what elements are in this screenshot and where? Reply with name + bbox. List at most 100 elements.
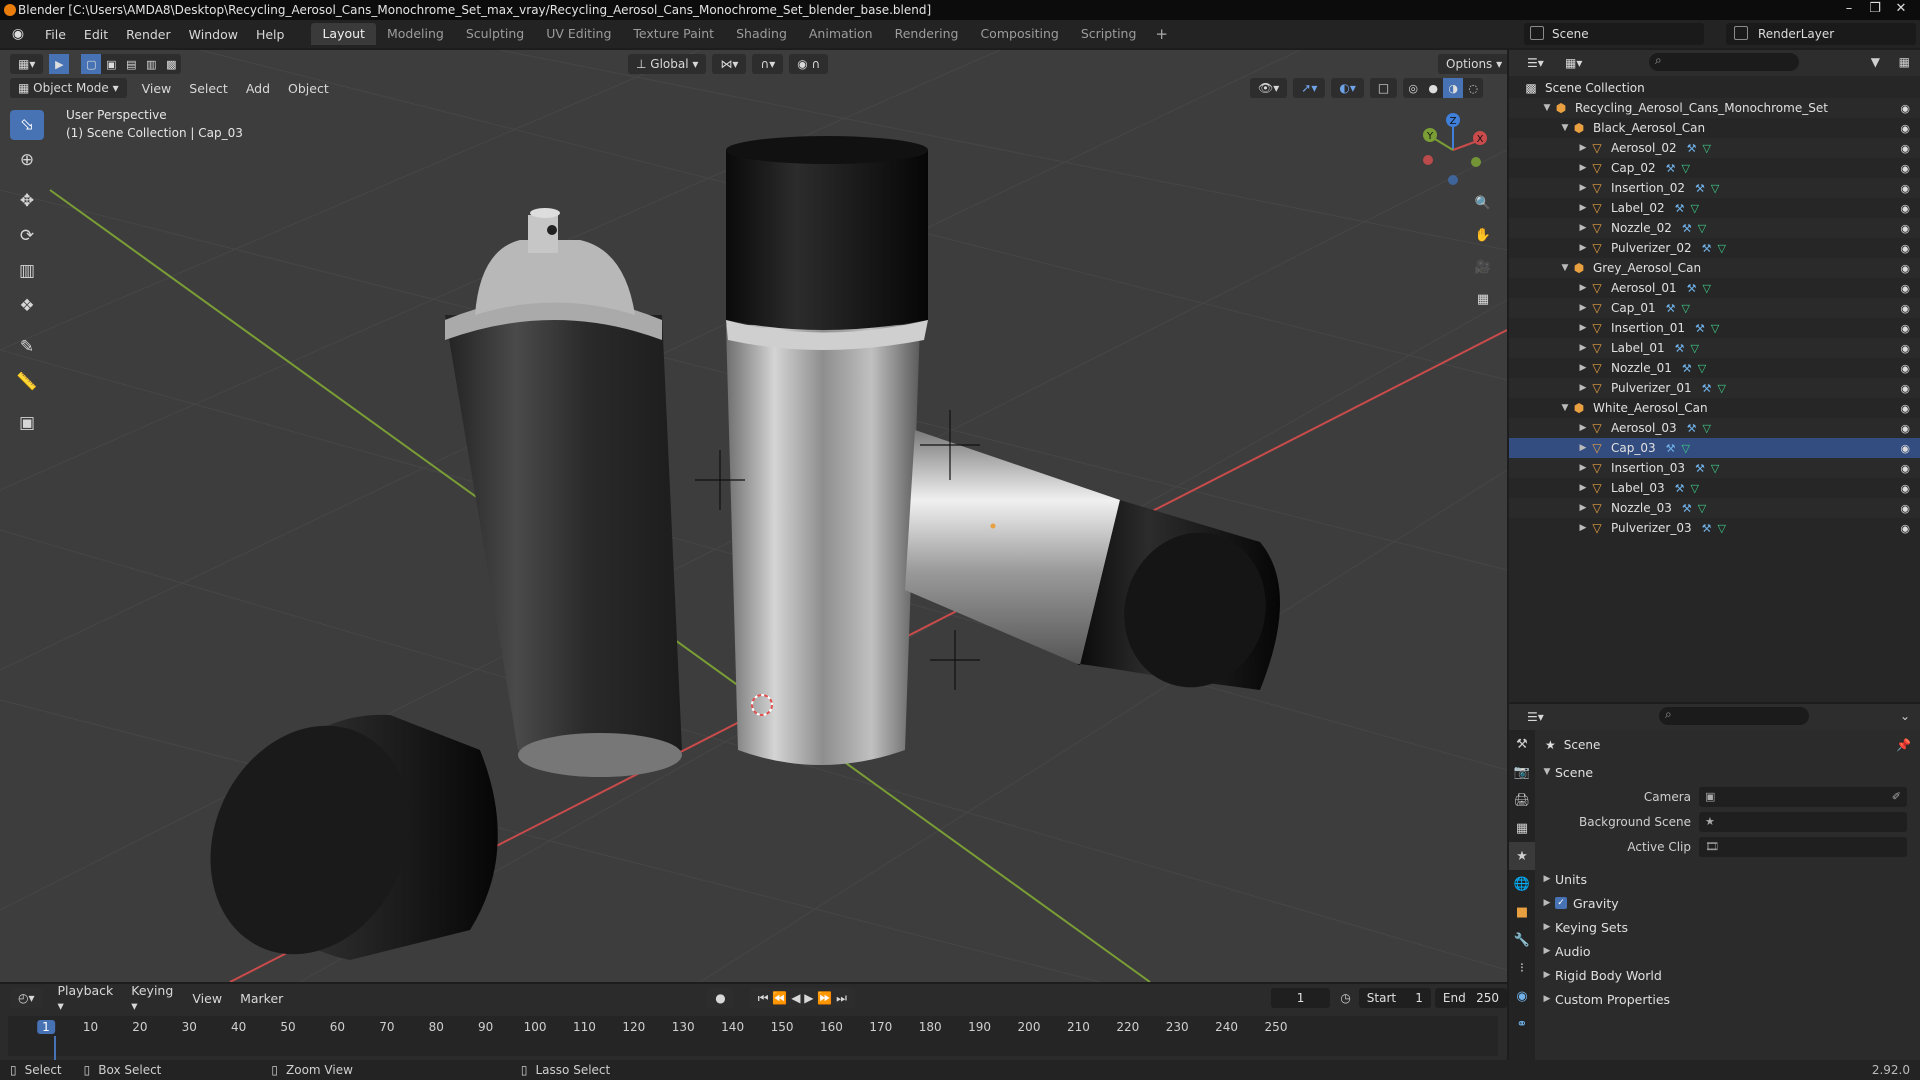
chevron-right-icon[interactable]: ▶ (1577, 443, 1589, 453)
scene-collection-row[interactable]: ▩ Scene Collection (1509, 78, 1920, 98)
tab-rendering[interactable]: Rendering (884, 23, 970, 45)
outliner-object-row[interactable]: ▶ ▽ Pulverizer_03 ⚒ ▽ ◉ (1509, 518, 1920, 538)
chevron-down-icon[interactable]: ▼ (1559, 263, 1571, 273)
modifier-wrench-icon[interactable]: ⚒ (1695, 182, 1705, 195)
visibility-eye-icon[interactable]: ◉ (1900, 462, 1910, 475)
mesh-data-icon[interactable]: ▽ (1698, 222, 1706, 235)
chevron-right-icon[interactable]: ▶ (1577, 243, 1589, 253)
next-keyframe-icon[interactable]: ⏩ (817, 991, 832, 1005)
timeline-editor-type-button[interactable]: ◴▾ (10, 988, 43, 1008)
outliner-object-row[interactable]: ▶ ▽ Label_03 ⚒ ▽ ◉ (1509, 478, 1920, 498)
timeline-ruler[interactable]: 1 10 20 30 40 50 60 70 80 90 100 110 120 130 140 150 160… (8, 1016, 1498, 1066)
modifier-wrench-icon[interactable]: ⚒ (1682, 222, 1692, 235)
tab-shading[interactable]: Shading (725, 23, 798, 45)
tab-scripting[interactable]: Scripting (1070, 23, 1148, 45)
camera-field[interactable]: ▣ ✐ (1699, 786, 1907, 807)
play-reverse-icon[interactable]: ◀ (791, 991, 800, 1005)
close-button[interactable]: ✕ (1888, 0, 1914, 18)
outliner-object-row[interactable]: ▶ ▽ Cap_01 ⚒ ▽ ◉ (1509, 298, 1920, 318)
aerosol-can-white[interactable] (726, 136, 928, 765)
current-frame-field[interactable]: 1 (1270, 988, 1331, 1008)
chevron-right-icon[interactable]: ▶ (1577, 283, 1589, 293)
start-frame-field[interactable]: Start 1 (1358, 988, 1431, 1008)
mesh-data-icon[interactable]: ▽ (1711, 322, 1719, 335)
chevron-right-icon[interactable]: ▶ (1577, 223, 1589, 233)
visibility-eye-icon[interactable]: ◉ (1900, 502, 1910, 515)
modifier-wrench-icon[interactable]: ⚒ (1675, 342, 1685, 355)
modifier-wrench-icon[interactable]: ⚒ (1682, 362, 1692, 375)
tab-texture-paint[interactable]: Texture Paint (622, 23, 725, 45)
properties-editor-type-button[interactable]: ☰▾ (1519, 707, 1552, 727)
outliner-object-row[interactable]: ▶ ▽ Insertion_01 ⚒ ▽ ◉ (1509, 318, 1920, 338)
add-workspace-button[interactable]: + (1147, 25, 1176, 43)
menu-render[interactable]: Render (117, 27, 180, 42)
visibility-eye-icon[interactable]: ◉ (1900, 242, 1910, 255)
mesh-data-icon[interactable]: ▽ (1691, 482, 1699, 495)
outliner-collection-row[interactable]: ▼ ⬢ Black_Aerosol_Can ◉ (1509, 118, 1920, 138)
outliner-collection-row[interactable]: ▼ ⬢ White_Aerosol_Can ◉ (1509, 398, 1920, 418)
select-new-icon[interactable]: ▢ (81, 54, 102, 74)
viewport-menu-view[interactable]: View (133, 81, 181, 96)
visibility-eye-icon[interactable]: ◉ (1900, 482, 1910, 495)
chevron-right-icon[interactable]: ▶ (1577, 363, 1589, 373)
custom-properties-panel-header[interactable]: ▶ Custom Properties (1539, 987, 1917, 1011)
snap-toggle[interactable]: ∩▾ (752, 54, 784, 74)
gizmo-toggle[interactable]: ➚▾ (1293, 78, 1326, 98)
visibility-eye-icon[interactable]: ◉ (1900, 122, 1910, 135)
modifier-wrench-icon[interactable]: ⚒ (1695, 462, 1705, 475)
aerosol-can-grey[interactable] (445, 208, 682, 777)
visibility-eye-icon[interactable]: ◉ (1900, 142, 1910, 155)
chevron-right-icon[interactable]: ▶ (1577, 343, 1589, 353)
mesh-data-icon[interactable]: ▽ (1682, 302, 1690, 315)
viewport-menu-object[interactable]: Object (279, 81, 338, 96)
tool-tab-icon[interactable]: ⚒ (1509, 730, 1535, 758)
active-clip-field[interactable]: 🎞 (1699, 836, 1907, 857)
outliner-object-row[interactable]: ▶ ▽ Label_02 ⚒ ▽ ◉ (1509, 198, 1920, 218)
mesh-data-icon[interactable]: ▽ (1698, 362, 1706, 375)
modifier-wrench-icon[interactable]: ⚒ (1695, 322, 1705, 335)
scene-tab-icon[interactable]: ★ (1509, 842, 1535, 870)
modifier-wrench-icon[interactable]: ⚒ (1666, 162, 1676, 175)
outliner-object-row[interactable]: ▶ ▽ Cap_02 ⚒ ▽ ◉ (1509, 158, 1920, 178)
visibility-eye-icon[interactable]: ◉ (1900, 302, 1910, 315)
outliner-editor-type-button[interactable]: ☰▾ (1519, 53, 1552, 73)
rigid-body-world-panel-header[interactable]: ▶ Rigid Body World (1539, 963, 1917, 987)
units-panel-header[interactable]: ▶ Units (1539, 867, 1917, 891)
chevron-right-icon[interactable]: ▶ (1577, 323, 1589, 333)
render-tab-icon[interactable]: 📷 (1509, 758, 1535, 786)
constraints-tab-icon[interactable]: ⚭ (1509, 1010, 1535, 1038)
particles-tab-icon[interactable]: ⁝ (1509, 954, 1535, 982)
timeline-menu-view[interactable]: View (183, 991, 231, 1006)
visibility-eye-icon[interactable]: ◉ (1900, 282, 1910, 295)
outliner-object-row[interactable]: ▶ ▽ Pulverizer_01 ⚒ ▽ ◉ (1509, 378, 1920, 398)
outliner-object-row[interactable]: ▶ ▽ Nozzle_03 ⚒ ▽ ◉ (1509, 498, 1920, 518)
chevron-right-icon[interactable]: ▶ (1577, 523, 1589, 533)
select-box-icon[interactable]: ⬂ (10, 110, 44, 140)
visibility-eye-icon[interactable]: ◉ (1900, 522, 1910, 535)
chevron-right-icon[interactable]: ▶ (1577, 503, 1589, 513)
chevron-right-icon[interactable]: ▶ (1577, 463, 1589, 473)
new-collection-icon[interactable]: ▦ (1899, 55, 1910, 69)
aerosol-cap-black[interactable] (174, 693, 498, 982)
background-scene-field[interactable]: ★ (1699, 811, 1907, 832)
mesh-data-icon[interactable]: ▽ (1682, 442, 1690, 455)
select-intersect-icon[interactable]: ▩ (161, 54, 181, 74)
perspective-grid-icon[interactable]: ▦ (1470, 286, 1496, 312)
menu-file[interactable]: File (36, 27, 75, 42)
modifier-wrench-icon[interactable]: ⚒ (1702, 382, 1712, 395)
tab-sculpting[interactable]: Sculpting (455, 23, 535, 45)
tab-uv-editing[interactable]: UV Editing (535, 23, 622, 45)
camera-view-icon[interactable]: 🎥 (1470, 254, 1496, 280)
outliner-object-row[interactable]: ▶ ▽ Aerosol_01 ⚒ ▽ ◉ (1509, 278, 1920, 298)
chevron-right-icon[interactable]: ▶ (1577, 183, 1589, 193)
chevron-down-icon[interactable]: ▼ (1559, 123, 1571, 133)
outliner-object-row[interactable]: ▶ ▽ Aerosol_02 ⚒ ▽ ◉ (1509, 138, 1920, 158)
outliner-object-row[interactable]: ▶ ▽ Pulverizer_02 ⚒ ▽ ◉ (1509, 238, 1920, 258)
visibility-eye-icon[interactable]: ◉ (1900, 262, 1910, 275)
outliner-object-row[interactable]: ▶ ▽ Cap_03 ⚒ ▽ ◉ (1509, 438, 1920, 458)
scale-icon[interactable]: ▥ (10, 256, 44, 286)
wireframe-shading-icon[interactable]: ◎ (1403, 78, 1423, 98)
mesh-data-icon[interactable]: ▽ (1711, 462, 1719, 475)
annotate-icon[interactable]: ✎ (10, 332, 44, 362)
viewport-menu-add[interactable]: Add (237, 81, 279, 96)
